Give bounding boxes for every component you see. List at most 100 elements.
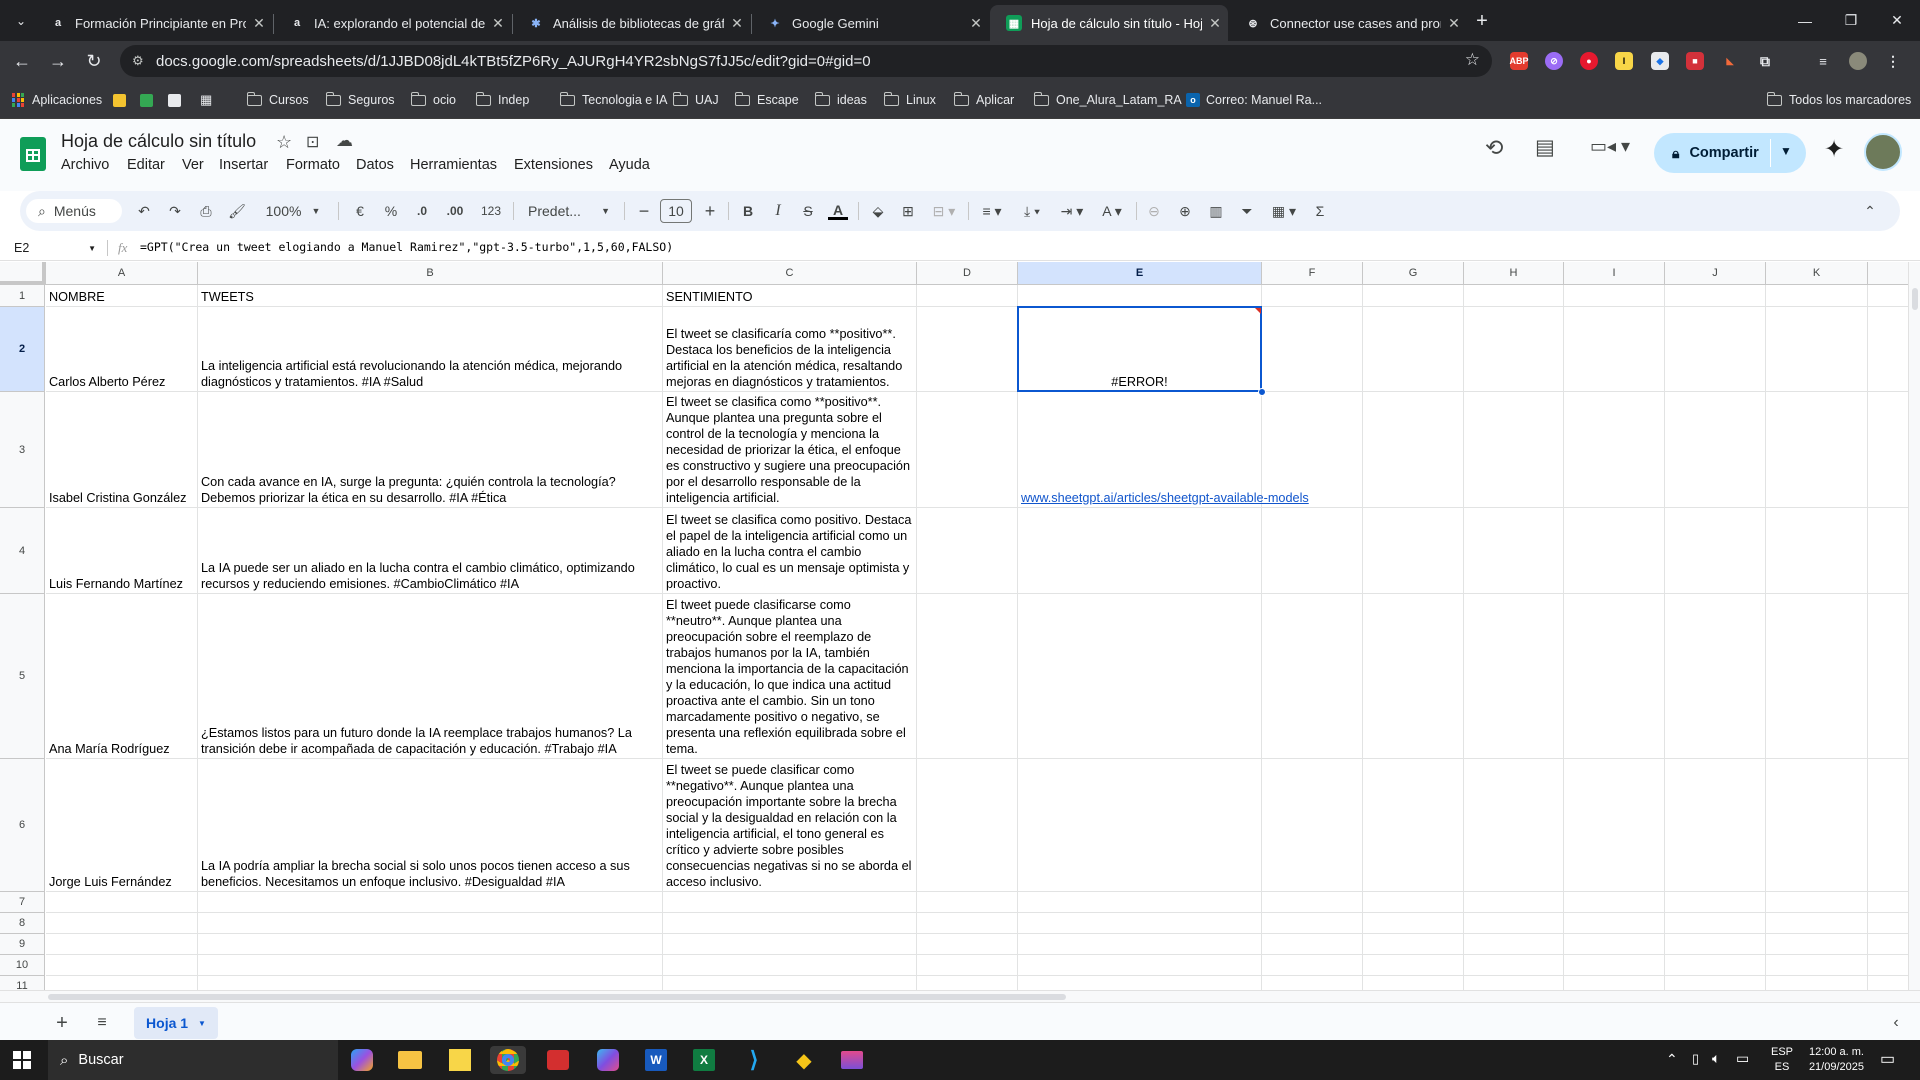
menu-item[interactable]: Extensiones [514, 157, 593, 173]
cell-f2[interactable] [1262, 307, 1363, 392]
bookmark-yellow[interactable] [113, 91, 126, 109]
insert-comment-button[interactable]: ⊕ [1173, 199, 1197, 223]
font-size-decrease[interactable]: − [632, 199, 656, 223]
cell-i8[interactable] [1564, 913, 1665, 934]
cell-g3[interactable] [1363, 392, 1464, 508]
cell-b10[interactable] [198, 955, 663, 976]
cell-g5[interactable] [1363, 594, 1464, 759]
close-tab-icon[interactable]: ✕ [1441, 15, 1467, 32]
gemini-sparkle-icon[interactable]: ✦ [1824, 135, 1844, 164]
cell-a7[interactable] [46, 892, 198, 913]
close-tab-icon[interactable]: ✕ [963, 15, 989, 32]
close-tab-icon[interactable]: ✕ [1202, 15, 1228, 32]
cell-b7[interactable] [198, 892, 663, 913]
column-header[interactable]: C [663, 262, 917, 285]
row-header[interactable]: 6 [0, 759, 45, 892]
cell-h4[interactable] [1464, 508, 1564, 594]
browser-tab[interactable]: ▦ Hoja de cálculo sin título - Hoja ✕ [990, 5, 1228, 41]
menu-item[interactable]: Formato [286, 157, 340, 173]
sheets-logo[interactable] [20, 137, 46, 171]
extension-icon[interactable]: ◣ [1721, 52, 1739, 70]
back-button[interactable]: ← [6, 45, 38, 77]
move-folder-icon[interactable]: ⊡ [306, 132, 319, 152]
cell-c8[interactable] [663, 913, 917, 934]
browser-tab[interactable]: ✱ Análisis de bibliotecas de gráfic ✕ [512, 5, 750, 41]
text-rotation-button[interactable]: A ▾ [1094, 199, 1130, 223]
bookmark-folder[interactable]: ocio [410, 91, 456, 109]
font-size-increase[interactable]: + [698, 199, 722, 223]
bookmark-outlook[interactable]: o Correo: Manuel Ra... [1186, 91, 1322, 109]
font-size-input[interactable]: 10 [660, 199, 692, 223]
menu-item[interactable]: Ayuda [609, 157, 650, 173]
cell-h2[interactable] [1464, 307, 1564, 392]
cell-e1[interactable] [1018, 285, 1262, 307]
volume-icon[interactable]: 🔈︎ [1712, 1050, 1720, 1067]
row-header[interactable]: 3 [0, 392, 45, 508]
notification-icon[interactable]: ▭ [1880, 1049, 1895, 1069]
column-header[interactable]: F [1262, 262, 1363, 285]
bookmark-green[interactable] [140, 91, 153, 109]
reading-list-icon[interactable]: ≡ [1814, 52, 1832, 70]
filter-button[interactable]: ⏷ [1235, 199, 1259, 223]
menu-item[interactable]: Insertar [219, 157, 268, 173]
menu-item[interactable]: Datos [356, 157, 394, 173]
cell[interactable] [1868, 307, 1908, 392]
cell-b9[interactable] [198, 934, 663, 955]
error-indicator[interactable] [1255, 308, 1261, 314]
cell-b2[interactable]: La inteligencia artificial está revoluci… [198, 307, 663, 392]
column-header[interactable]: E [1018, 262, 1262, 285]
cell-a11[interactable] [46, 976, 198, 990]
cell-i3[interactable] [1564, 392, 1665, 508]
cell-j11[interactable] [1665, 976, 1766, 990]
cell-d5[interactable] [917, 594, 1018, 759]
forward-button[interactable]: → [42, 45, 74, 77]
cell[interactable] [1868, 892, 1908, 913]
cell[interactable] [1868, 759, 1908, 892]
browser-tab[interactable]: ✦ Google Gemini ✕ [751, 5, 989, 41]
insert-chart-button[interactable]: ▥ [1204, 199, 1228, 223]
meet-icon[interactable]: ▭◂ ▾ [1590, 136, 1630, 157]
cell-e2[interactable]: #ERROR! [1018, 307, 1262, 392]
cell-k5[interactable] [1766, 594, 1868, 759]
cell[interactable] [1868, 392, 1908, 508]
cell-c6[interactable]: El tweet se puede clasificar como **nega… [663, 759, 917, 892]
merge-cells-button[interactable]: ⊟ ▾ [926, 199, 962, 223]
column-header[interactable]: H [1464, 262, 1564, 285]
cell[interactable] [1868, 976, 1908, 990]
insert-link-button[interactable]: ⊖ [1142, 199, 1166, 223]
decrease-decimals-button[interactable]: .0 [410, 199, 434, 223]
filter-views-button[interactable]: ▦ ▾ [1266, 199, 1302, 223]
reload-button[interactable]: ↻ [78, 45, 110, 77]
cell-h1[interactable] [1464, 285, 1564, 307]
bookmark-folder[interactable]: UAJ [672, 91, 719, 109]
star-icon[interactable]: ☆ [276, 132, 292, 153]
cell-d4[interactable] [917, 508, 1018, 594]
all-sheets-button[interactable]: ≡ [90, 1011, 114, 1035]
bookmark-folder[interactable]: Aplicar [953, 91, 1014, 109]
version-history-icon[interactable]: ⟲ [1485, 135, 1503, 161]
cell-k8[interactable] [1766, 913, 1868, 934]
cell-e7[interactable] [1018, 892, 1262, 913]
cell-g8[interactable] [1363, 913, 1464, 934]
browser-tab[interactable]: ⊛ Connector use cases and promp ✕ [1229, 5, 1467, 41]
taskbar-app[interactable] [540, 1046, 576, 1074]
cell-g10[interactable] [1363, 955, 1464, 976]
cell-h5[interactable] [1464, 594, 1564, 759]
cell-k2[interactable] [1766, 307, 1868, 392]
document-title[interactable]: Hoja de cálculo sin título [61, 131, 256, 152]
cell-e3[interactable]: www.sheetgpt.ai/articles/sheetgpt-availa… [1018, 392, 1309, 508]
cell-j6[interactable] [1665, 759, 1766, 892]
row-header[interactable]: 8 [0, 913, 45, 934]
cell-f5[interactable] [1262, 594, 1363, 759]
zoom-select[interactable]: 100% ▼ [260, 199, 326, 223]
collapse-toolbar-button[interactable]: ⌃ [1858, 199, 1882, 223]
cell-b5[interactable]: ¿Estamos listos para un futuro donde la … [198, 594, 663, 759]
row-header[interactable]: 1 [0, 285, 45, 307]
percent-format-button[interactable]: % [379, 199, 403, 223]
cell-b1[interactable]: TWEETS [198, 285, 663, 307]
cell-a5[interactable]: Ana María Rodríguez [46, 594, 198, 759]
cell-g7[interactable] [1363, 892, 1464, 913]
column-header[interactable]: I [1564, 262, 1665, 285]
cell-k6[interactable] [1766, 759, 1868, 892]
column-header[interactable]: D [917, 262, 1018, 285]
